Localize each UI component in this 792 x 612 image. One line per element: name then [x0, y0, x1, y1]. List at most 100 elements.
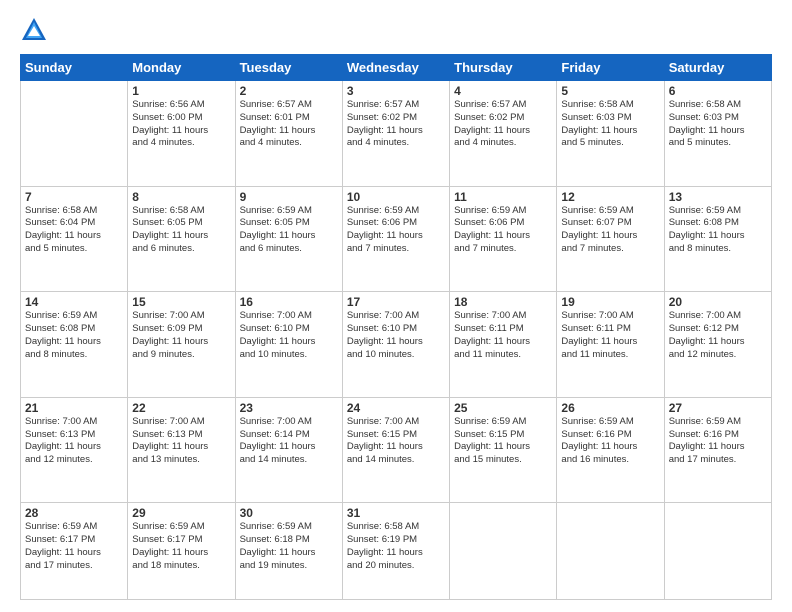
calendar-cell: 5Sunrise: 6:58 AM Sunset: 6:03 PM Daylig…	[557, 81, 664, 187]
weekday-header: Saturday	[664, 55, 771, 81]
weekday-header: Thursday	[450, 55, 557, 81]
day-info: Sunrise: 7:00 AM Sunset: 6:12 PM Dayligh…	[669, 310, 767, 361]
calendar-cell: 16Sunrise: 7:00 AM Sunset: 6:10 PM Dayli…	[235, 292, 342, 398]
day-number: 9	[240, 190, 338, 204]
day-number: 13	[669, 190, 767, 204]
day-number: 20	[669, 295, 767, 309]
calendar-cell: 22Sunrise: 7:00 AM Sunset: 6:13 PM Dayli…	[128, 397, 235, 503]
calendar-week-row: 21 Sunrise: 7:00 AM Sunset: 6:13 PM Dayli…	[21, 397, 772, 503]
day-info: Sunrise: 6:59 AM Sunset: 6:17 PM Dayligh…	[25, 521, 123, 572]
day-info: Sunrise: 6:58 AM Sunset: 6:05 PM Dayligh…	[132, 205, 230, 256]
day-info: Sunrise: 7:00 AM Sunset: 6:15 PM Dayligh…	[347, 416, 445, 467]
calendar-body: 1Sunrise: 6:56 AM Sunset: 6:00 PM Daylig…	[21, 81, 772, 600]
day-info: Sunrise: 6:58 AM Sunset: 6:03 PM Dayligh…	[669, 99, 767, 150]
day-number: 29	[132, 506, 230, 520]
day-number: 7	[25, 190, 123, 204]
calendar-cell: 3Sunrise: 6:57 AM Sunset: 6:02 PM Daylig…	[342, 81, 449, 187]
day-info: Sunrise: 6:58 AM Sunset: 6:04 PM Dayligh…	[25, 205, 123, 256]
day-info: Sunrise: 7:00 AM Sunset: 6:09 PM Dayligh…	[132, 310, 230, 361]
calendar-cell	[450, 503, 557, 600]
day-info: Sunrise: 6:59 AM Sunset: 6:16 PM Dayligh…	[561, 416, 659, 467]
day-info: Sunrise: 7:00 AM Sunset: 6:11 PM Dayligh…	[454, 310, 552, 361]
logo-icon	[20, 16, 48, 44]
calendar-week-row: 1Sunrise: 6:56 AM Sunset: 6:00 PM Daylig…	[21, 81, 772, 187]
page: SundayMondayTuesdayWednesdayThursdayFrid…	[0, 0, 792, 612]
day-number: 19	[561, 295, 659, 309]
weekday-header: Tuesday	[235, 55, 342, 81]
day-number: 15	[132, 295, 230, 309]
day-number: 27	[669, 401, 767, 415]
day-info: Sunrise: 6:58 AM Sunset: 6:03 PM Dayligh…	[561, 99, 659, 150]
day-info: Sunrise: 6:59 AM Sunset: 6:07 PM Dayligh…	[561, 205, 659, 256]
day-number: 6	[669, 84, 767, 98]
day-info: Sunrise: 6:59 AM Sunset: 6:06 PM Dayligh…	[454, 205, 552, 256]
day-info: Sunrise: 6:59 AM Sunset: 6:16 PM Dayligh…	[669, 416, 767, 467]
day-number: 2	[240, 84, 338, 98]
weekday-header: Wednesday	[342, 55, 449, 81]
calendar-cell: 15Sunrise: 7:00 AM Sunset: 6:09 PM Dayli…	[128, 292, 235, 398]
day-number: 21	[25, 401, 123, 415]
calendar-cell: 8Sunrise: 6:58 AM Sunset: 6:05 PM Daylig…	[128, 186, 235, 292]
calendar-cell: 21Sunrise: 7:00 AM Sunset: 6:13 PM Dayli…	[21, 397, 128, 503]
day-number: 4	[454, 84, 552, 98]
day-info: Sunrise: 6:59 AM Sunset: 6:08 PM Dayligh…	[25, 310, 123, 361]
calendar-cell: 23Sunrise: 7:00 AM Sunset: 6:14 PM Dayli…	[235, 397, 342, 503]
day-number: 22	[132, 401, 230, 415]
calendar-cell: 14Sunrise: 6:59 AM Sunset: 6:08 PM Dayli…	[21, 292, 128, 398]
day-info: Sunrise: 7:00 AM Sunset: 6:13 PM Dayligh…	[132, 416, 230, 467]
calendar-cell: 2Sunrise: 6:57 AM Sunset: 6:01 PM Daylig…	[235, 81, 342, 187]
day-info: Sunrise: 7:00 AM Sunset: 6:11 PM Dayligh…	[561, 310, 659, 361]
calendar-cell: 30Sunrise: 6:59 AM Sunset: 6:18 PM Dayli…	[235, 503, 342, 600]
day-info: Sunrise: 6:57 AM Sunset: 6:01 PM Dayligh…	[240, 99, 338, 150]
calendar-cell: 9Sunrise: 6:59 AM Sunset: 6:05 PM Daylig…	[235, 186, 342, 292]
weekday-header: Friday	[557, 55, 664, 81]
day-info: Sunrise: 6:59 AM Sunset: 6:17 PM Dayligh…	[132, 521, 230, 572]
day-number: 3	[347, 84, 445, 98]
day-number: 28	[25, 506, 123, 520]
calendar-table: SundayMondayTuesdayWednesdayThursdayFrid…	[20, 54, 772, 600]
calendar-week-row: 28Sunrise: 6:59 AM Sunset: 6:17 PM Dayli…	[21, 503, 772, 600]
day-info: Sunrise: 7:00 AM Sunset: 6:10 PM Dayligh…	[240, 310, 338, 361]
day-info: Sunrise: 6:59 AM Sunset: 6:18 PM Dayligh…	[240, 521, 338, 572]
calendar-cell: 13Sunrise: 6:59 AM Sunset: 6:08 PM Dayli…	[664, 186, 771, 292]
calendar-cell	[557, 503, 664, 600]
day-info: Sunrise: 7:00 AM Sunset: 6:14 PM Dayligh…	[240, 416, 338, 467]
calendar-week-row: 7Sunrise: 6:58 AM Sunset: 6:04 PM Daylig…	[21, 186, 772, 292]
calendar-cell: 19Sunrise: 7:00 AM Sunset: 6:11 PM Dayli…	[557, 292, 664, 398]
header	[20, 16, 772, 44]
calendar-cell: 1Sunrise: 6:56 AM Sunset: 6:00 PM Daylig…	[128, 81, 235, 187]
calendar-cell: 6Sunrise: 6:58 AM Sunset: 6:03 PM Daylig…	[664, 81, 771, 187]
calendar-cell	[664, 503, 771, 600]
calendar-cell: 25Sunrise: 6:59 AM Sunset: 6:15 PM Dayli…	[450, 397, 557, 503]
weekday-header: Monday	[128, 55, 235, 81]
day-number: 14	[25, 295, 123, 309]
day-number: 12	[561, 190, 659, 204]
day-number: 23	[240, 401, 338, 415]
day-number: 5	[561, 84, 659, 98]
day-number: 8	[132, 190, 230, 204]
day-number: 24	[347, 401, 445, 415]
day-info: Sunrise: 6:59 AM Sunset: 6:08 PM Dayligh…	[669, 205, 767, 256]
calendar-cell: 24Sunrise: 7:00 AM Sunset: 6:15 PM Dayli…	[342, 397, 449, 503]
day-number: 30	[240, 506, 338, 520]
day-info: Sunrise: 7:00 AM Sunset: 6:10 PM Dayligh…	[347, 310, 445, 361]
calendar-cell: 28Sunrise: 6:59 AM Sunset: 6:17 PM Dayli…	[21, 503, 128, 600]
day-info: Sunrise: 6:59 AM Sunset: 6:06 PM Dayligh…	[347, 205, 445, 256]
day-number: 10	[347, 190, 445, 204]
day-number: 18	[454, 295, 552, 309]
day-info: Sunrise: 6:59 AM Sunset: 6:15 PM Dayligh…	[454, 416, 552, 467]
calendar-cell: 18Sunrise: 7:00 AM Sunset: 6:11 PM Dayli…	[450, 292, 557, 398]
calendar-week-row: 14Sunrise: 6:59 AM Sunset: 6:08 PM Dayli…	[21, 292, 772, 398]
day-number: 25	[454, 401, 552, 415]
weekday-row: SundayMondayTuesdayWednesdayThursdayFrid…	[21, 55, 772, 81]
calendar-cell: 17Sunrise: 7:00 AM Sunset: 6:10 PM Dayli…	[342, 292, 449, 398]
calendar-cell: 26Sunrise: 6:59 AM Sunset: 6:16 PM Dayli…	[557, 397, 664, 503]
day-number: 1	[132, 84, 230, 98]
day-number: 11	[454, 190, 552, 204]
calendar-cell: 4Sunrise: 6:57 AM Sunset: 6:02 PM Daylig…	[450, 81, 557, 187]
logo	[20, 16, 52, 44]
day-info: Sunrise: 6:56 AM Sunset: 6:00 PM Dayligh…	[132, 99, 230, 150]
day-info: Sunrise: 6:57 AM Sunset: 6:02 PM Dayligh…	[347, 99, 445, 150]
day-info: Sunrise: 6:59 AM Sunset: 6:05 PM Dayligh…	[240, 205, 338, 256]
calendar-cell: 29Sunrise: 6:59 AM Sunset: 6:17 PM Dayli…	[128, 503, 235, 600]
